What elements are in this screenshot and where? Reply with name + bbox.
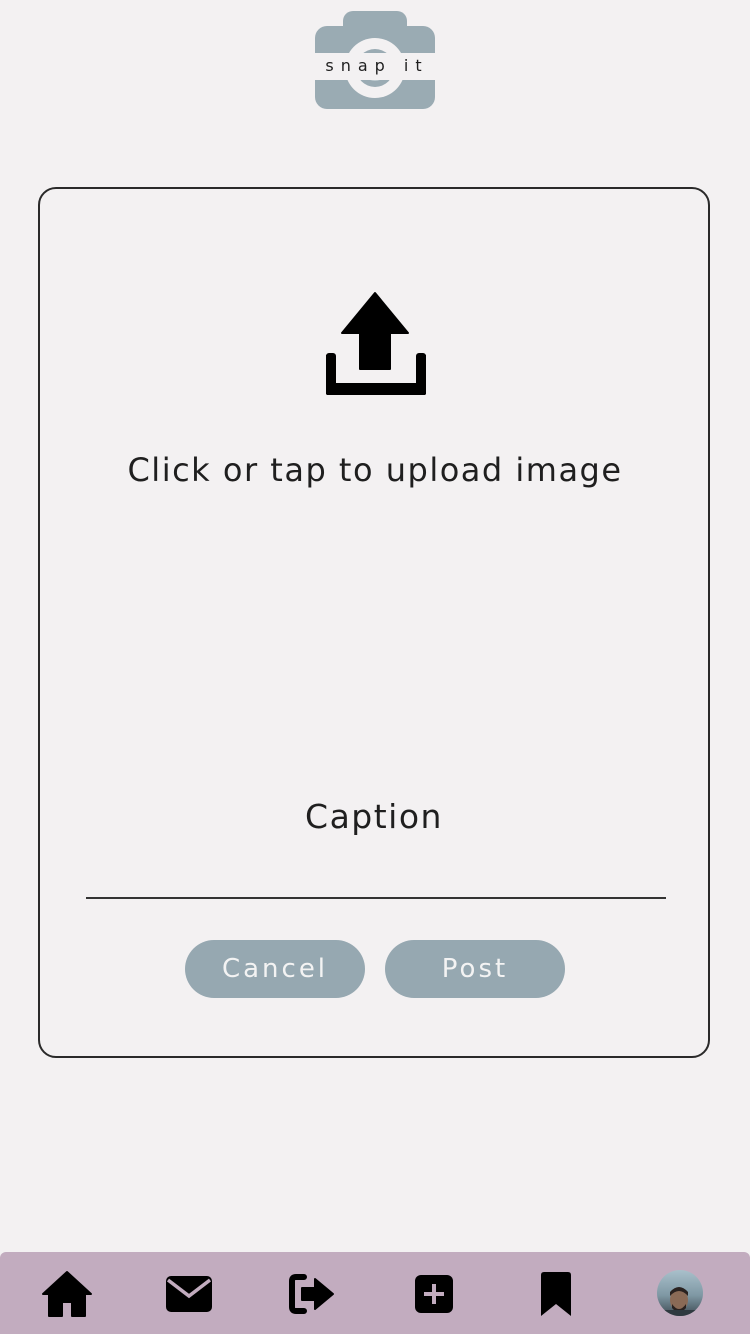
profile-avatar	[657, 1270, 703, 1316]
nav-home[interactable]	[41, 1268, 93, 1320]
caption-input[interactable]	[86, 849, 666, 899]
logo-text: snap it	[325, 56, 429, 75]
upload-prompt: Click or tap to upload image	[127, 451, 623, 489]
home-icon	[42, 1271, 92, 1317]
bookmark-icon	[541, 1272, 571, 1316]
nav-messages[interactable]	[163, 1268, 215, 1320]
bottom-nav	[0, 1252, 750, 1334]
post-button[interactable]: Post	[385, 940, 565, 998]
envelope-icon	[166, 1276, 212, 1312]
nav-new-post[interactable]	[408, 1268, 460, 1320]
nav-logout[interactable]	[286, 1268, 338, 1320]
new-post-card: Click or tap to upload image Caption Can…	[38, 187, 710, 1058]
cancel-button[interactable]: Cancel	[185, 940, 365, 998]
sign-out-icon	[289, 1274, 334, 1314]
caption-label: Caption	[305, 797, 443, 836]
plus-square-icon	[415, 1275, 453, 1313]
upload-icon	[326, 292, 426, 395]
nav-saved[interactable]	[530, 1268, 582, 1320]
app-logo: snap it	[315, 10, 435, 110]
image-upload-area[interactable]: Click or tap to upload image	[100, 269, 650, 609]
nav-profile[interactable]	[656, 1269, 704, 1317]
